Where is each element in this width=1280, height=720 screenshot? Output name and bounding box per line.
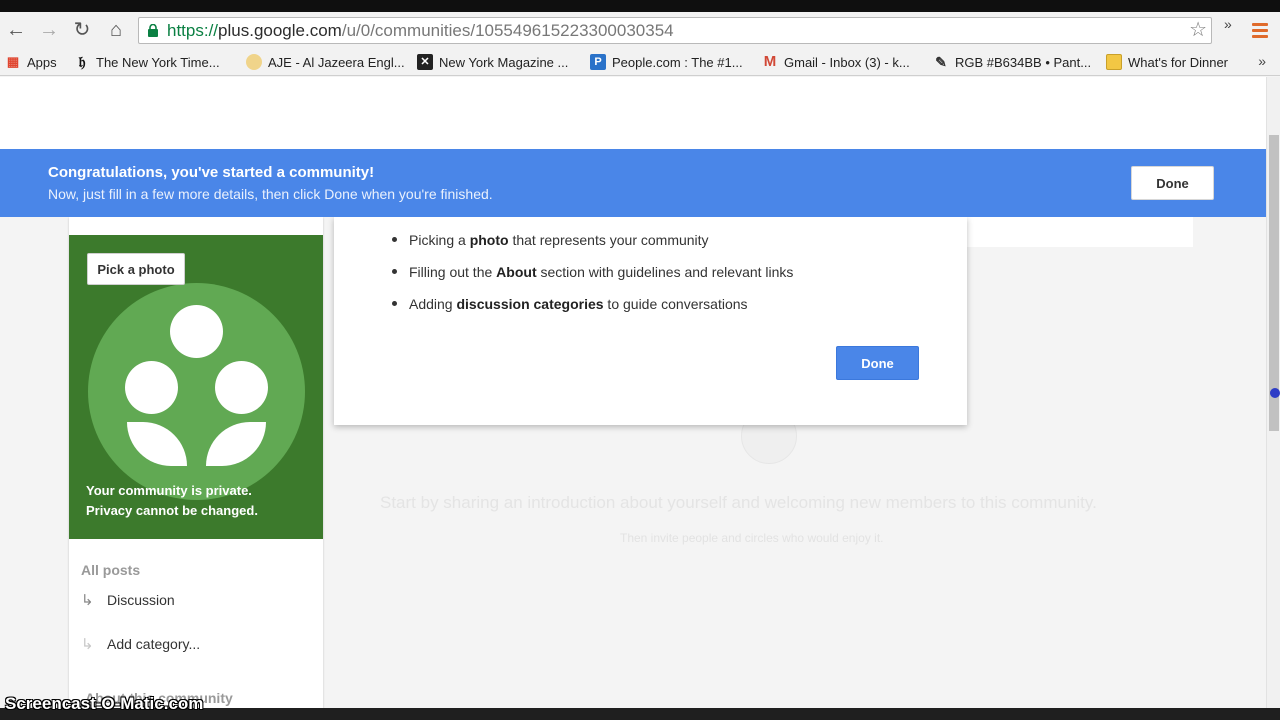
dialog-done-button[interactable]: Done bbox=[836, 346, 919, 380]
chrome-menu-icon[interactable] bbox=[1252, 23, 1268, 41]
bookmark-label: New York Magazine ... bbox=[439, 54, 569, 70]
right-panel bbox=[967, 217, 1193, 247]
community-sidebar-card: Pick a photo Your community is private. … bbox=[69, 217, 323, 708]
bookmark-nymag[interactable]: ✕ New York Magazine ... bbox=[417, 54, 568, 70]
pick-photo-button[interactable]: Pick a photo bbox=[87, 253, 185, 285]
bookmark-label: What's for Dinner bbox=[1128, 54, 1229, 70]
bookmarks-bar: ▦ Apps 𝔥 The New York Time... AJE - Al J… bbox=[0, 48, 1280, 76]
back-arrow-icon[interactable]: ← bbox=[4, 18, 28, 42]
tip-item: Filling out the About section with guide… bbox=[392, 263, 793, 295]
url-text: https://plus.google.com/u/0/communities/… bbox=[167, 21, 674, 40]
bookmark-folder-dinner[interactable]: What's for Dinner bbox=[1106, 54, 1228, 70]
address-bar[interactable]: https://plus.google.com/u/0/communities/… bbox=[138, 17, 1212, 44]
subcategory-arrow-icon: ↳ bbox=[81, 636, 94, 653]
gmail-icon: M bbox=[763, 53, 777, 70]
bookmark-label: People.com : The #1... bbox=[612, 54, 743, 70]
people-icon: P bbox=[590, 54, 606, 70]
scrollbar-thumb[interactable] bbox=[1269, 135, 1279, 431]
extensions-overflow-icon[interactable]: » bbox=[1224, 16, 1232, 32]
tips-list: Picking a photo that represents your com… bbox=[392, 231, 793, 327]
home-icon[interactable]: ⌂ bbox=[104, 18, 128, 42]
bookmark-label: AJE - Al Jazeera Engl... bbox=[268, 54, 405, 70]
bookmarks-overflow-icon[interactable]: » bbox=[1258, 53, 1266, 69]
setup-tips-dialog: Picking a photo that represents your com… bbox=[334, 217, 967, 425]
category-label: Add category... bbox=[107, 636, 201, 652]
tip-item: Adding discussion categories to guide co… bbox=[392, 295, 793, 327]
invite-prompt-text: Then invite people and circles who would… bbox=[620, 531, 884, 545]
bookmark-apps[interactable]: ▦ Apps bbox=[5, 54, 57, 70]
person-head-top bbox=[170, 305, 223, 358]
person-head-right bbox=[215, 361, 268, 414]
pantone-icon: ✎ bbox=[935, 54, 947, 70]
bookmark-star-icon[interactable]: ☆ bbox=[1189, 19, 1207, 41]
category-label: Discussion bbox=[107, 592, 175, 608]
intro-prompt-text: Start by sharing an introduction about y… bbox=[380, 493, 1097, 512]
mouse-cursor-indicator bbox=[1270, 388, 1280, 398]
tip-item: Picking a photo that represents your com… bbox=[392, 231, 793, 263]
browser-toolbar: ← → ↻ ⌂ https://plus.google.com/u/0/comm… bbox=[0, 12, 1280, 48]
aljazeera-icon bbox=[246, 54, 262, 70]
bookmark-aljazeera[interactable]: AJE - Al Jazeera Engl... bbox=[246, 54, 405, 70]
bookmark-pantone[interactable]: ✎ RGB #B634BB • Pant... bbox=[933, 54, 1091, 70]
page-header-area bbox=[0, 77, 1266, 149]
person-body-right bbox=[206, 422, 266, 466]
bookmark-nyt[interactable]: 𝔥 The New York Time... bbox=[74, 54, 220, 70]
nymag-icon: ✕ bbox=[417, 54, 433, 70]
banner-done-button[interactable]: Done bbox=[1131, 166, 1214, 200]
folder-icon bbox=[1106, 54, 1122, 70]
bookmark-label: The New York Time... bbox=[96, 54, 220, 70]
bookmark-label: Gmail - Inbox (3) - k... bbox=[784, 54, 910, 70]
community-placeholder-graphic bbox=[88, 283, 305, 500]
bookmark-people[interactable]: P People.com : The #1... bbox=[590, 54, 743, 70]
banner-subtitle: Now, just fill in a few more details, th… bbox=[48, 186, 493, 202]
subcategory-arrow-icon: ↳ bbox=[81, 592, 94, 609]
bookmark-label: Apps bbox=[27, 54, 57, 70]
banner-title: Congratulations, you've started a commun… bbox=[48, 164, 375, 181]
all-posts-link[interactable]: All posts bbox=[81, 562, 140, 578]
bookmark-gmail[interactable]: M Gmail - Inbox (3) - k... bbox=[762, 54, 910, 70]
privacy-notice: Your community is private. Privacy canno… bbox=[86, 481, 258, 521]
bookmark-label: RGB #B634BB • Pant... bbox=[955, 54, 1092, 70]
person-body-left bbox=[127, 422, 187, 466]
community-photo-area: Pick a photo Your community is private. … bbox=[69, 235, 323, 539]
congratulations-banner: Congratulations, you've started a commun… bbox=[0, 149, 1266, 217]
forward-arrow-icon[interactable]: → bbox=[37, 18, 61, 42]
reload-icon[interactable]: ↻ bbox=[70, 18, 94, 42]
category-discussion[interactable]: ↳ Discussion bbox=[81, 591, 175, 609]
apps-grid-icon: ▦ bbox=[6, 54, 20, 69]
screen-top-strip bbox=[0, 0, 1280, 12]
recorder-watermark: Screencast-O-Matic.com bbox=[5, 694, 204, 713]
privacy-line: Your community is private. bbox=[86, 483, 252, 498]
person-head-left bbox=[125, 361, 178, 414]
nyt-icon: 𝔥 bbox=[78, 53, 86, 71]
add-category-link[interactable]: ↳ Add category... bbox=[81, 635, 200, 653]
lock-icon bbox=[148, 24, 158, 37]
privacy-line: Privacy cannot be changed. bbox=[86, 503, 258, 518]
